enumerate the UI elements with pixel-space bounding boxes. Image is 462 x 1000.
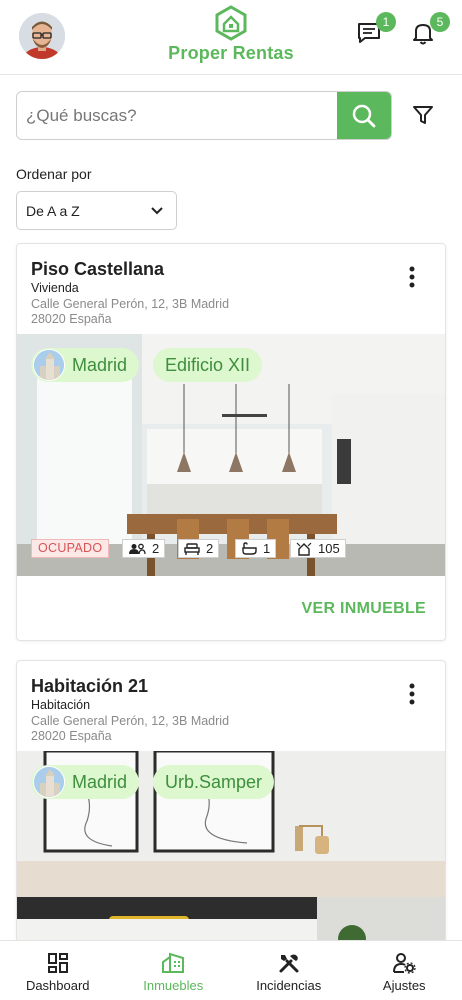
nav-inmuebles[interactable]: Inmuebles bbox=[116, 941, 232, 1000]
avatar[interactable] bbox=[19, 13, 65, 59]
messages-button[interactable]: 1 bbox=[356, 12, 396, 50]
bottom-navigation: Dashboard Inmuebles Incidencias Ajustes bbox=[0, 940, 462, 1000]
address-line-2: 28020 España bbox=[31, 312, 112, 326]
nav-inmuebles-label: Inmuebles bbox=[143, 978, 204, 993]
more-vertical-icon bbox=[409, 683, 415, 705]
baths-stat: 1 bbox=[235, 539, 277, 558]
more-vertical-icon bbox=[409, 266, 415, 288]
listing-menu-button[interactable] bbox=[400, 264, 424, 290]
dashboard-icon bbox=[47, 953, 68, 973]
baths-value: 1 bbox=[263, 541, 271, 556]
bed-icon bbox=[184, 542, 200, 555]
search-input[interactable] bbox=[17, 92, 339, 139]
user-settings-icon bbox=[393, 953, 416, 974]
occupants-value: 2 bbox=[152, 541, 160, 556]
listing-photo[interactable]: Madrid Urb.Samper bbox=[17, 751, 445, 959]
search-icon bbox=[352, 104, 376, 127]
sort-selected-value: De A a Z bbox=[26, 203, 80, 219]
nav-ajustes-label: Ajustes bbox=[382, 978, 426, 993]
address-line-1: Calle General Perón, 12, 3B Madrid bbox=[31, 714, 230, 728]
listing-title: Habitación 21 bbox=[31, 676, 149, 696]
area-icon bbox=[296, 542, 312, 556]
listing-menu-button[interactable] bbox=[400, 681, 424, 707]
city-chip: Madrid bbox=[31, 765, 140, 799]
beds-stat: 2 bbox=[178, 539, 220, 558]
area-stat: 105 bbox=[290, 539, 346, 558]
beds-value: 2 bbox=[206, 541, 214, 556]
nav-dashboard-label: Dashboard bbox=[25, 978, 90, 993]
sort-dropdown[interactable]: De A a Z bbox=[16, 191, 177, 230]
bathtub-icon bbox=[242, 542, 257, 555]
listing-address: Calle General Perón, 12, 3B Madrid 28020… bbox=[31, 714, 291, 744]
listing-card: Piso Castellana Vivienda Calle General P… bbox=[16, 243, 446, 641]
listing-card: Habitación 21 Habitación Calle General P… bbox=[16, 660, 446, 960]
filter-button[interactable] bbox=[408, 100, 438, 130]
notifications-badge: 5 bbox=[430, 12, 450, 32]
city-seal-icon bbox=[33, 349, 65, 381]
search-bar bbox=[16, 91, 392, 140]
nav-incidencias[interactable]: Incidencias bbox=[231, 941, 347, 1000]
listing-address: Calle General Perón, 12, 3B Madrid 28020… bbox=[31, 297, 291, 327]
filter-icon bbox=[413, 106, 433, 124]
view-property-button[interactable]: VER INMUEBLE bbox=[302, 600, 427, 618]
occupants-stat: 2 bbox=[122, 539, 166, 558]
area-value: 105 bbox=[318, 541, 340, 556]
city-chip-label: Madrid bbox=[72, 355, 128, 375]
messages-badge: 1 bbox=[376, 12, 396, 32]
building-chip: Edificio XII bbox=[153, 348, 263, 382]
listing-photo[interactable]: Madrid Edificio XII OCUPADO 2 2 1 105 bbox=[17, 334, 445, 576]
people-icon bbox=[129, 543, 146, 554]
status-badge: OCUPADO bbox=[31, 539, 110, 558]
nav-dashboard[interactable]: Dashboard bbox=[0, 941, 116, 1000]
app-name: Proper Rentas bbox=[168, 43, 294, 63]
nav-ajustes[interactable]: Ajustes bbox=[347, 941, 462, 1000]
app-logo: Proper Rentas bbox=[160, 5, 302, 67]
building-chip: Urb.Samper bbox=[153, 765, 275, 799]
sort-label: Ordenar por bbox=[16, 166, 92, 182]
tools-icon bbox=[279, 954, 299, 973]
chevron-down-icon bbox=[151, 207, 163, 215]
city-seal-icon bbox=[33, 766, 65, 798]
address-line-1: Calle General Perón, 12, 3B Madrid bbox=[31, 297, 230, 311]
top-header: Proper Rentas 1 5 bbox=[0, 0, 462, 75]
city-chip-label: Madrid bbox=[72, 772, 128, 792]
city-chip: Madrid bbox=[31, 348, 140, 382]
listing-title: Piso Castellana bbox=[31, 259, 165, 279]
house-logo-icon bbox=[215, 5, 247, 41]
notifications-button[interactable]: 5 bbox=[410, 12, 450, 50]
building-icon bbox=[162, 952, 185, 973]
listing-type: Habitación bbox=[31, 698, 91, 712]
search-button[interactable] bbox=[337, 92, 391, 139]
listing-type: Vivienda bbox=[31, 281, 79, 295]
address-line-2: 28020 España bbox=[31, 729, 112, 743]
nav-incidencias-label: Incidencias bbox=[256, 978, 322, 993]
